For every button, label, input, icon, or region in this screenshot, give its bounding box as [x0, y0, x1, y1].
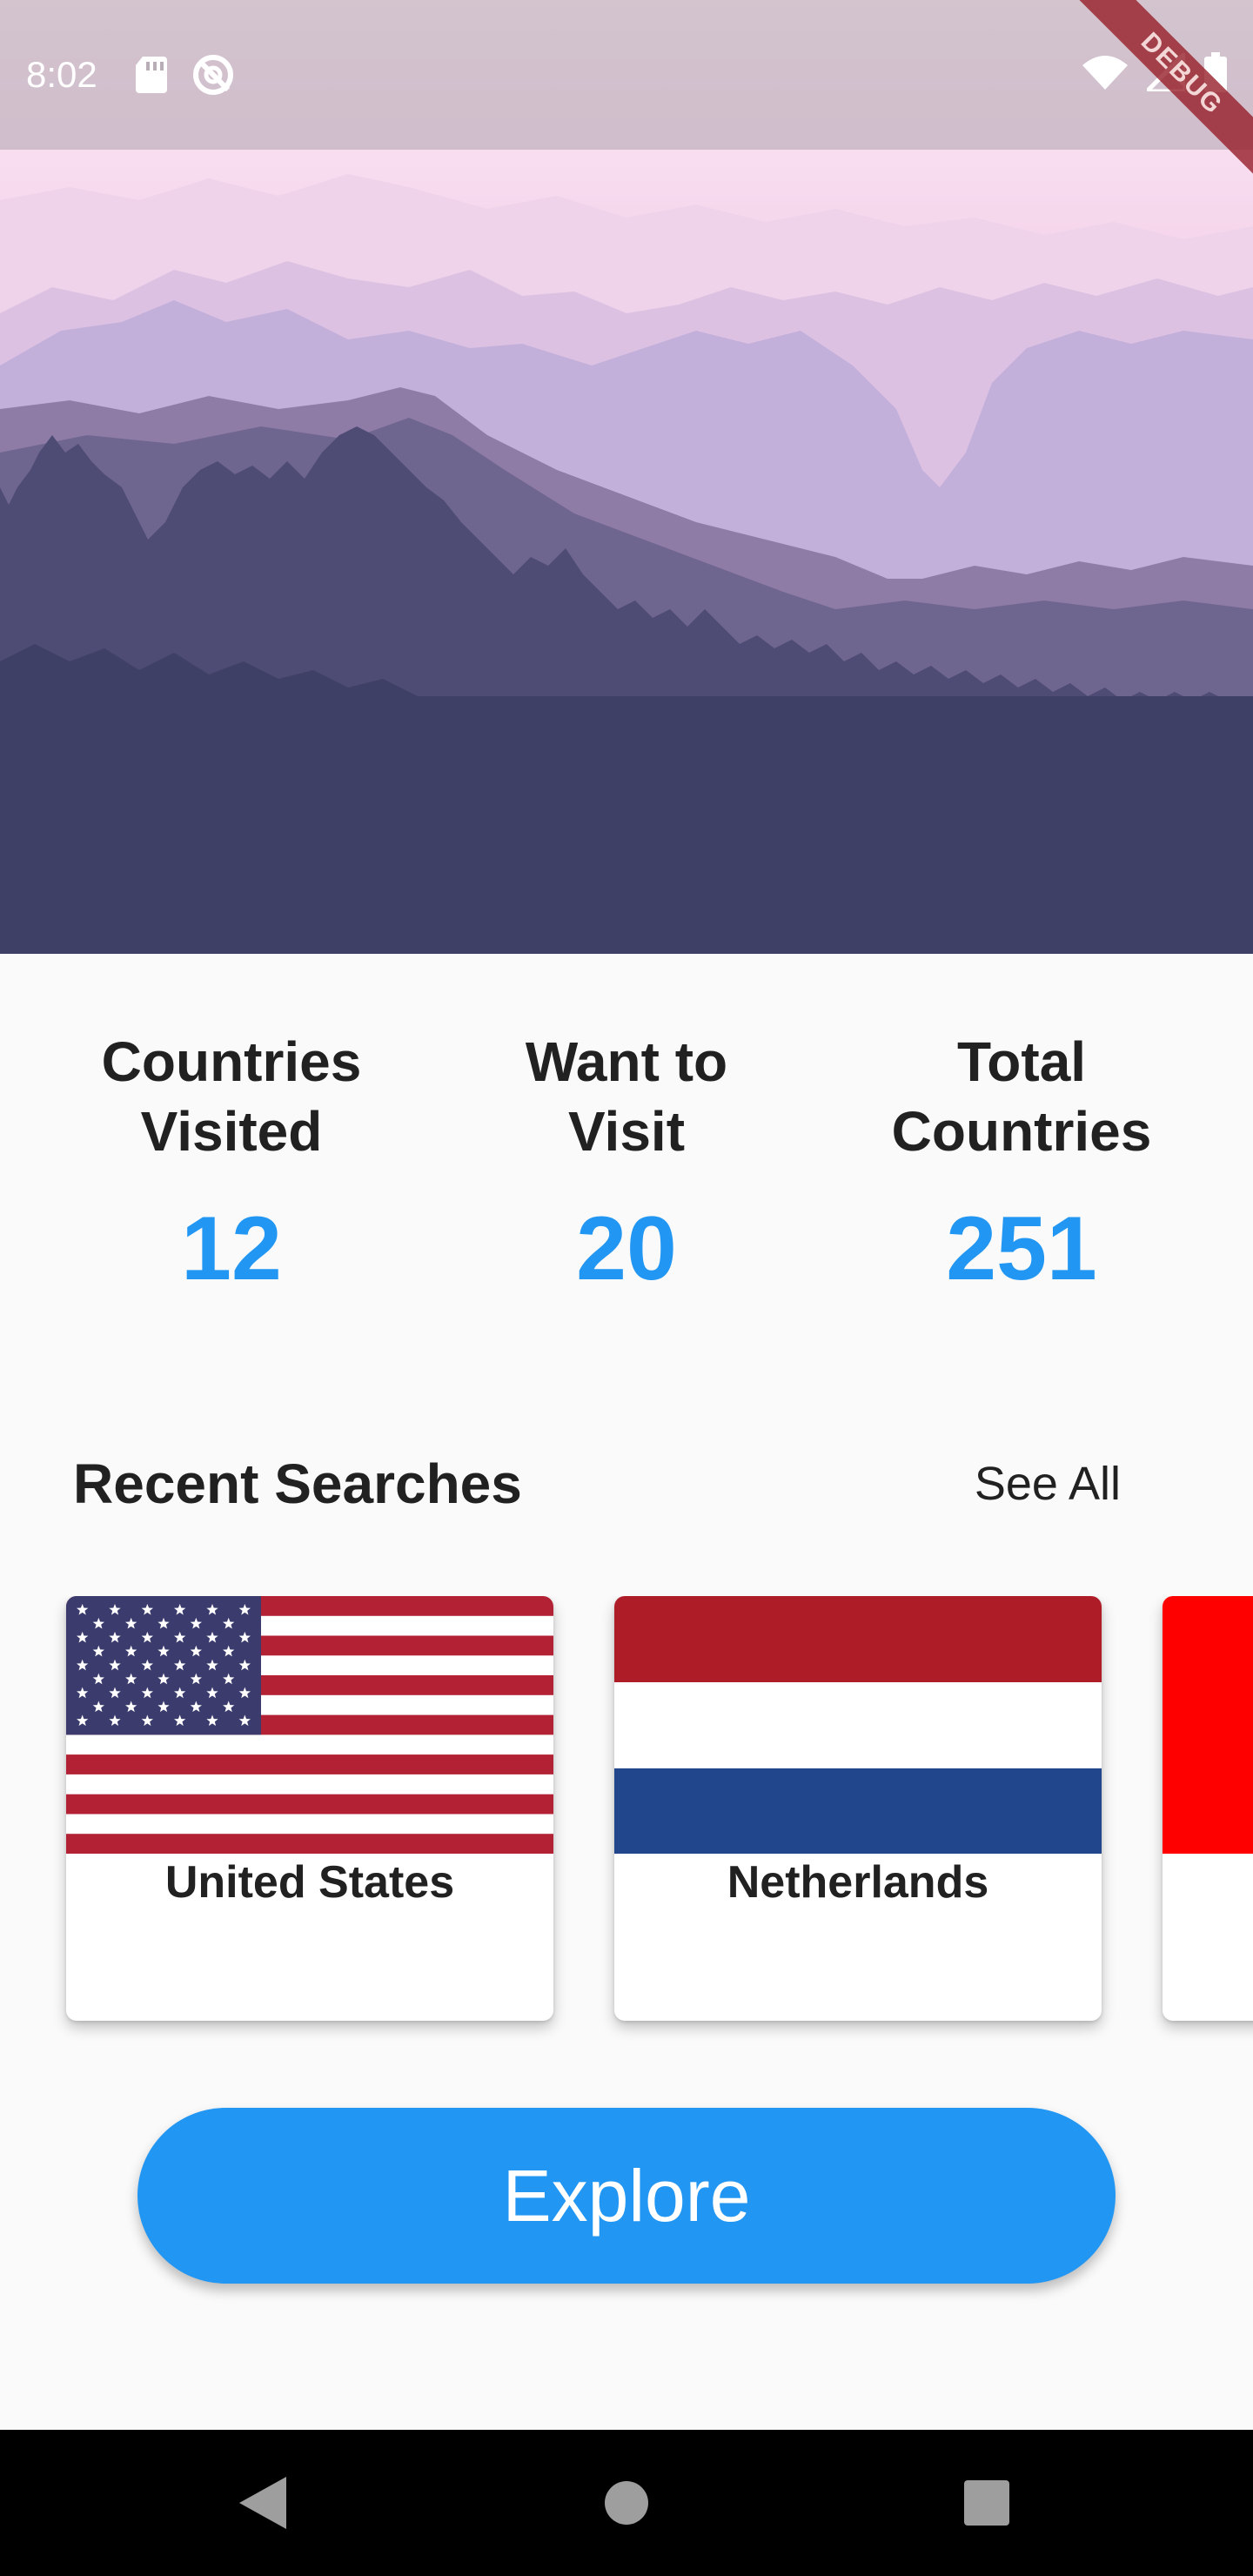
home-icon[interactable] [579, 2455, 674, 2551]
stat-want-to-visit: Want to Visit 20 [444, 1027, 809, 1297]
stat-label: Want to Visit [525, 1030, 728, 1163]
recent-searches-list[interactable]: United States Netherlands [0, 1596, 1253, 2049]
stat-countries-visited: Countries Visited 12 [49, 1027, 414, 1297]
netherlands-flag-icon [614, 1596, 1102, 1854]
system-nav-bar [0, 2430, 1253, 2576]
status-time: 8:02 [26, 54, 97, 95]
cellular-no-signal-icon [1147, 53, 1185, 91]
back-icon[interactable] [215, 2455, 311, 2551]
stat-value: 12 [181, 1198, 282, 1299]
red-white-flag-icon [1163, 1596, 1253, 1854]
see-all-link[interactable]: See All [975, 1457, 1126, 1511]
country-card-partial[interactable] [1163, 1596, 1253, 2021]
explore-button[interactable]: Explore [137, 2108, 1116, 2284]
country-name: Netherlands [727, 1857, 989, 1908]
stat-label: Countries Visited [101, 1030, 362, 1163]
country-card-united-states[interactable]: United States [66, 1596, 553, 2021]
stat-label: Total Countries [891, 1030, 1152, 1163]
sd-card-icon [135, 57, 167, 93]
stat-total-countries: Total Countries 251 [839, 1027, 1204, 1297]
stats-row: Countries Visited 12 Want to Visit 20 To… [0, 1027, 1253, 1297]
recent-searches-header: Recent Searches See All [73, 1445, 1126, 1523]
stat-value: 251 [946, 1198, 1097, 1299]
wifi-icon [1082, 55, 1128, 90]
country-name: United States [164, 1857, 455, 1908]
no-sync-icon [191, 53, 235, 97]
battery-icon [1204, 52, 1227, 92]
us-flag-icon [66, 1596, 553, 1854]
status-bar: 8:02 [0, 0, 1253, 150]
recents-icon[interactable] [939, 2455, 1035, 2551]
country-card-netherlands[interactable]: Netherlands [614, 1596, 1102, 2021]
section-title: Recent Searches [73, 1452, 522, 1515]
stat-value: 20 [576, 1198, 677, 1299]
